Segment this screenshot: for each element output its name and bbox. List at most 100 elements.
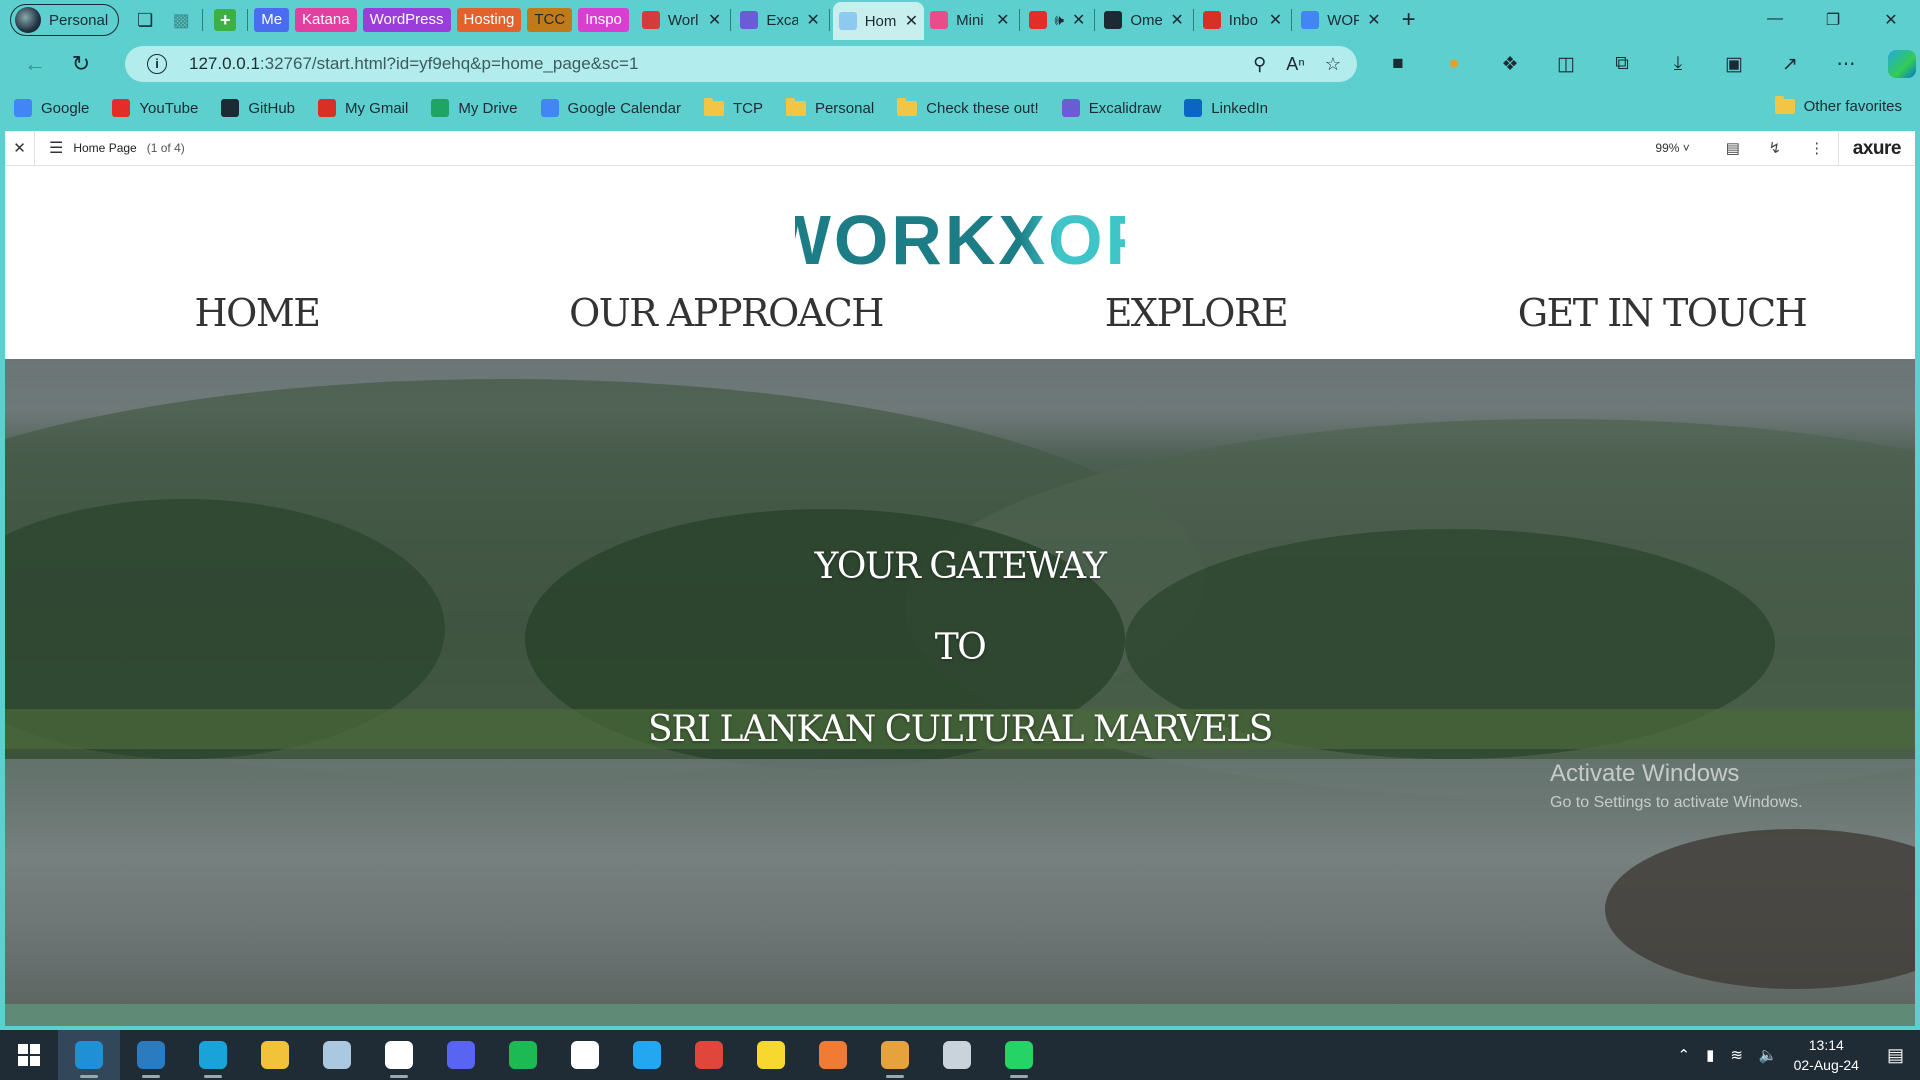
minimize-icon[interactable]: — [1746,10,1804,30]
favorite-item[interactable]: Google [14,99,89,117]
tab-group-2[interactable]: WordPress [362,8,451,32]
taskbar-app[interactable] [740,1030,802,1080]
start-button[interactable] [0,1044,58,1066]
share-icon[interactable]: ↗ [1762,53,1818,76]
close-tab-icon[interactable]: ✕ [1367,10,1380,30]
tray-overflow-icon[interactable]: ⌃ [1677,1046,1690,1064]
profile-button[interactable]: Personal [10,4,120,36]
tab-actions-icon[interactable]: ▩ [163,4,199,36]
tab-group-1[interactable]: Katana [295,8,357,32]
favorite-item[interactable]: YouTube [112,99,198,117]
collections-icon[interactable]: ⧉ [1594,53,1650,75]
browser-tab-3[interactable]: Mini ✕ [924,4,1015,36]
extensions-icon[interactable]: ❖ [1482,53,1538,76]
read-aloud-icon[interactable]: Aⁿ [1286,54,1305,75]
extension-dark-icon[interactable]: ■ [1370,53,1426,75]
taskbar-app[interactable] [58,1030,120,1080]
restore-icon[interactable]: ❐ [1804,10,1862,30]
browser-tab-7[interactable]: WOF ✕ [1295,4,1386,36]
tab-group-3[interactable]: Hosting [456,8,522,32]
battery-icon[interactable]: ▮ [1706,1046,1714,1064]
close-tab-icon[interactable]: ✕ [1269,10,1282,30]
page-list-menu-icon[interactable]: ☰ [49,138,63,158]
wifi-icon[interactable]: ≋ [1730,1046,1743,1064]
favorite-item[interactable]: GitHub [221,99,295,117]
taskbar-app[interactable] [306,1030,368,1080]
close-tab-icon[interactable]: ✕ [996,10,1009,30]
close-tab-icon[interactable]: ✕ [806,10,819,30]
new-tab-button[interactable]: + [1391,4,1427,36]
clock[interactable]: 13:14 02-Aug-24 [1794,1035,1859,1075]
volume-icon[interactable]: 🔈 [1759,1046,1778,1064]
zoom-icon[interactable]: ⚲ [1253,54,1266,75]
favorite-star-icon[interactable]: ☆ [1325,54,1341,75]
close-sidebar-icon[interactable]: ✕ [5,130,35,166]
browser-tab-4[interactable]: 🕪 ✕ [1023,4,1092,36]
nav-home[interactable]: HOME [195,291,321,335]
screenshot-icon[interactable]: ▣ [1706,53,1762,76]
workspaces-icon[interactable]: ❏ [127,4,163,36]
taskbar-app[interactable] [430,1030,492,1080]
page-title[interactable]: Home Page [73,141,136,155]
browser-tab-0[interactable]: Worl ✕ [636,4,727,36]
favorite-item[interactable]: My Drive [431,99,518,117]
taskbar-app[interactable] [492,1030,554,1080]
speaker-icon[interactable]: 🕪 [1055,12,1064,29]
browser-tab-6[interactable]: Inbo ✕ [1197,4,1288,36]
browser-tab-1[interactable]: Excal ✕ [734,4,825,36]
close-tab-icon[interactable]: ✕ [1170,10,1183,30]
site-logo[interactable]: WORKXOP [5,201,1915,279]
favorite-item[interactable]: Personal [785,97,874,117]
taskbar-app[interactable] [616,1030,678,1080]
taskbar-app[interactable] [182,1030,244,1080]
taskbar-app[interactable] [368,1030,430,1080]
tab-group-4[interactable]: TCC [527,8,573,32]
favorite-item[interactable]: LinkedIn [1184,99,1268,117]
close-tab-icon[interactable]: ✕ [708,10,721,30]
copilot-icon[interactable] [1874,50,1920,78]
tab-group-0[interactable]: Me [254,8,290,32]
extension-color-icon[interactable]: ● [1426,53,1482,75]
close-tab-icon[interactable]: ✕ [905,11,918,31]
xampp-icon [819,1041,847,1069]
downloads-icon[interactable]: ⤓ [1650,53,1706,75]
taskbar-app[interactable] [678,1030,740,1080]
axure-logo[interactable]: axure [1837,130,1915,166]
favorite-item[interactable]: TCP [703,97,763,117]
more-options-icon[interactable]: ⋯ [1818,53,1874,76]
other-favorites-folder[interactable]: Other favorites [1774,96,1902,115]
site-info-icon[interactable]: i [147,54,167,74]
nav-explore[interactable]: EXPLORE [1105,291,1289,335]
taskbar-app[interactable] [244,1030,306,1080]
tab-group-5[interactable]: Inspo [578,8,629,32]
hotspots-icon[interactable]: ↯ [1754,139,1796,157]
back-icon[interactable]: ← [14,46,56,82]
refresh-icon[interactable]: ↻ [60,46,102,82]
inspect-icon[interactable]: ▤ [1712,139,1754,157]
taskbar-app[interactable] [926,1030,988,1080]
taskbar-app[interactable] [554,1030,616,1080]
favorite-item[interactable]: My Gmail [318,99,408,117]
favorite-item[interactable]: Check these out! [897,97,1039,117]
more-icon[interactable]: ⋮ [1796,139,1838,157]
address-url[interactable]: 127.0.0.1:32767/start.html?id=yf9ehq&p=h… [189,54,638,74]
close-window-icon[interactable]: ✕ [1862,10,1920,30]
favorite-item[interactable]: Google Calendar [540,99,681,117]
taskbar-app[interactable] [802,1030,864,1080]
edge-profile-icon [75,1041,103,1069]
browser-tab-5[interactable]: Ome ✕ [1098,4,1189,36]
favorite-item[interactable]: Excalidraw [1061,99,1161,117]
taskbar-app[interactable] [120,1030,182,1080]
nav-get-in-touch[interactable]: GET IN TOUCH [1518,291,1808,335]
address-bar[interactable]: i 127.0.0.1:32767/start.html?id=yf9ehq&p… [125,46,1357,82]
nav-our-approach[interactable]: OUR APPROACH [569,291,884,335]
split-screen-icon[interactable]: ◫ [1538,53,1594,76]
zoom-select[interactable]: 99% ˅ [1655,141,1689,155]
notifications-icon[interactable]: ▤ [1887,1045,1904,1066]
new-tab-group-icon[interactable]: + [214,9,237,31]
taskbar-app[interactable] [864,1030,926,1080]
taskbar-app[interactable] [988,1030,1050,1080]
tab-title: Excal [766,11,799,29]
browser-tab-2[interactable]: Hom ✕ [832,2,925,40]
close-tab-icon[interactable]: ✕ [1072,10,1085,30]
